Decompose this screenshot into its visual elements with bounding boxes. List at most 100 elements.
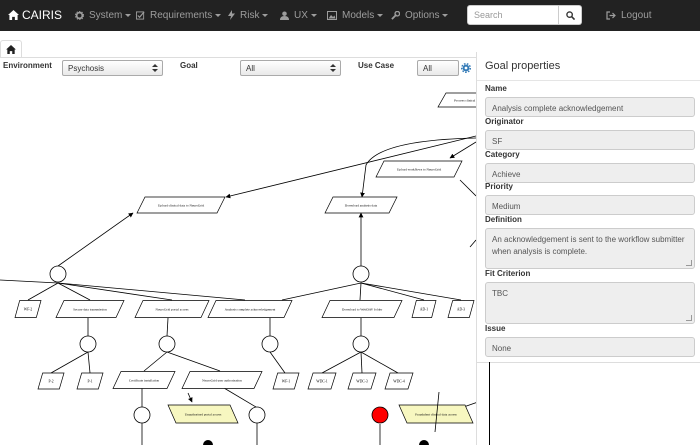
logout-link[interactable]: Logout bbox=[606, 0, 652, 31]
and-refinement-node[interactable] bbox=[248, 406, 266, 424]
definition-label: Definition bbox=[485, 215, 522, 224]
priority-field[interactable]: Medium bbox=[485, 195, 695, 215]
goal-node-label: Certificate installation bbox=[129, 379, 160, 383]
select-arrows-icon bbox=[330, 64, 336, 73]
category-field[interactable]: Achieve bbox=[485, 163, 695, 183]
goal-node-label: P-1 bbox=[88, 380, 93, 384]
priority-label: Priority bbox=[485, 182, 514, 191]
issue-label: Issue bbox=[485, 324, 506, 333]
resize-grip-icon[interactable] bbox=[686, 260, 692, 266]
goal-label: Goal bbox=[180, 61, 198, 70]
and-refinement-node[interactable] bbox=[49, 265, 67, 283]
goal-select[interactable]: All bbox=[240, 60, 341, 76]
selected-goal-node[interactable] bbox=[371, 406, 389, 424]
goal-node-label: P-2 bbox=[49, 380, 54, 384]
wrench-icon bbox=[391, 10, 400, 20]
lightning-icon bbox=[228, 10, 235, 21]
goal-properties-panel: Goal properties Name Analysis complete a… bbox=[434, 52, 700, 445]
menu-requirements[interactable]: Requirements bbox=[136, 0, 222, 31]
select-arrows-icon bbox=[152, 64, 158, 73]
goal-node-label: NeuroGrid user authorisation bbox=[202, 379, 242, 383]
brand-label: CAIRIS bbox=[22, 8, 63, 22]
obstacle-refinement-node[interactable] bbox=[203, 440, 213, 445]
fit-criterion-textarea[interactable]: TBC bbox=[485, 282, 695, 324]
name-field[interactable]: Analysis complete acknowledgement bbox=[485, 97, 695, 117]
search-icon bbox=[566, 11, 575, 20]
obstacle-node-label: Unauthorised portal access bbox=[185, 413, 222, 417]
menu-options-label: Options bbox=[405, 10, 440, 21]
name-value: Analysis complete acknowledgement bbox=[492, 104, 624, 113]
graph-nodes[interactable]: Process clinical dataUpload workflows to… bbox=[14, 92, 476, 424]
logout-label: Logout bbox=[621, 10, 652, 21]
menu-models-label: Models bbox=[342, 10, 375, 21]
home-tab[interactable] bbox=[0, 40, 22, 58]
goal-select-value: All bbox=[246, 64, 255, 73]
usecase-select[interactable]: All bbox=[417, 60, 459, 76]
chevron-down-icon bbox=[310, 13, 317, 17]
picture-icon bbox=[327, 10, 337, 20]
definition-value: An acknowledgement is sent to the workfl… bbox=[492, 235, 685, 256]
goal-node-label: WF-2 bbox=[24, 308, 33, 312]
graph-edge-continuation bbox=[489, 362, 490, 445]
goal-node-label: NeuroGrid portal access bbox=[156, 308, 190, 312]
menu-system[interactable]: System bbox=[75, 0, 132, 31]
search-input[interactable] bbox=[467, 5, 559, 25]
chevron-down-icon bbox=[442, 13, 449, 17]
priority-value: Medium bbox=[492, 202, 521, 211]
goal-node-label: Upload workflows to NeuroGrid bbox=[397, 168, 442, 172]
menu-options[interactable]: Options bbox=[391, 0, 449, 31]
goal-node-label: Upload clinical data to NeuroGrid bbox=[158, 204, 205, 208]
brand-home-link[interactable]: CAIRIS bbox=[8, 0, 62, 31]
search-button[interactable] bbox=[559, 5, 582, 25]
panel-divider bbox=[477, 80, 700, 81]
category-value: Achieve bbox=[492, 170, 521, 179]
goal-node-label: WDC-3 bbox=[356, 380, 368, 384]
and-refinement-node[interactable] bbox=[158, 335, 176, 353]
resize-grip-icon[interactable] bbox=[686, 315, 692, 321]
and-refinement-node[interactable] bbox=[261, 335, 279, 353]
usecase-select-value: All bbox=[423, 64, 432, 73]
settings-gear-icon[interactable] bbox=[461, 63, 471, 73]
menu-system-label: System bbox=[89, 10, 123, 21]
home-icon bbox=[8, 9, 19, 20]
originator-label: Originator bbox=[485, 117, 524, 126]
menu-requirements-label: Requirements bbox=[150, 10, 213, 21]
environment-select-value: Psychosis bbox=[68, 64, 105, 73]
environment-label: Environment bbox=[3, 61, 52, 70]
goal-node-label: WDC-4 bbox=[393, 380, 405, 384]
chevron-down-icon bbox=[262, 13, 269, 17]
category-label: Category bbox=[485, 150, 520, 159]
menu-models[interactable]: Models bbox=[327, 0, 384, 31]
fit-criterion-label: Fit Criterion bbox=[485, 269, 531, 278]
user-icon bbox=[280, 11, 289, 20]
top-navbar: CAIRIS System Requirements Risk UX Model… bbox=[0, 0, 700, 31]
originator-value: SF bbox=[492, 137, 503, 146]
logout-icon bbox=[606, 11, 616, 20]
goal-node-label: AD-1 bbox=[420, 308, 428, 312]
home-icon bbox=[6, 45, 16, 54]
panel-title: Goal properties bbox=[485, 60, 561, 72]
goal-node-label: Download analysis data bbox=[345, 204, 378, 208]
menu-risk[interactable]: Risk bbox=[228, 0, 269, 31]
menu-ux[interactable]: UX bbox=[280, 0, 317, 31]
goal-node-label: WF-1 bbox=[282, 380, 291, 384]
menu-risk-label: Risk bbox=[240, 10, 260, 21]
environment-select[interactable]: Psychosis bbox=[62, 60, 163, 76]
issue-field[interactable]: None bbox=[485, 337, 695, 357]
chevron-down-icon bbox=[125, 13, 132, 17]
definition-textarea[interactable]: An acknowledgement is sent to the workfl… bbox=[485, 228, 695, 269]
goal-node-label: WDC-1 bbox=[316, 380, 328, 384]
and-refinement-node[interactable] bbox=[352, 265, 370, 283]
gear-icon bbox=[75, 10, 84, 20]
chevron-down-icon bbox=[377, 13, 384, 17]
and-refinement-node[interactable] bbox=[79, 335, 97, 353]
obstacle-refinement-node[interactable] bbox=[419, 440, 429, 445]
and-refinement-node[interactable] bbox=[352, 335, 370, 353]
goal-model-graph[interactable]: Process clinical dataUpload workflows to… bbox=[0, 80, 476, 445]
usecase-label: Use Case bbox=[358, 61, 395, 70]
originator-field[interactable]: SF bbox=[485, 130, 695, 150]
goal-node-label: Analysis complete acknowledgement bbox=[225, 308, 276, 312]
panel-bottom-divider bbox=[477, 362, 700, 363]
and-refinement-node[interactable] bbox=[133, 406, 151, 424]
fit-criterion-value: TBC bbox=[492, 289, 508, 298]
